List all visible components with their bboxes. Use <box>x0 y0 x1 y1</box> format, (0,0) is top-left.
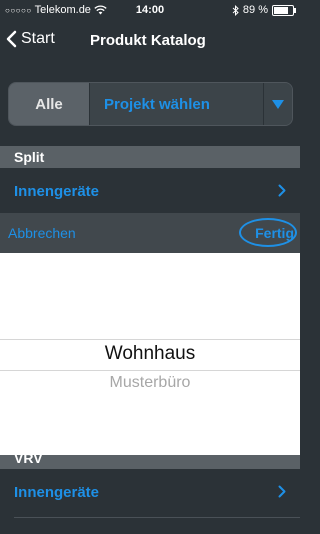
done-button[interactable]: Fertig <box>255 225 294 241</box>
picker-selection-line-top <box>0 339 300 340</box>
cancel-button[interactable]: Abbrechen <box>8 225 76 241</box>
battery-fill <box>274 6 288 14</box>
project-picker[interactable]: Wohnhaus Musterbüro <box>0 253 300 455</box>
project-dropdown-button[interactable] <box>263 83 292 125</box>
battery-icon <box>272 4 296 16</box>
list-item-vrv-indoor[interactable]: Innengeräte <box>0 471 300 513</box>
picker-option-selected[interactable]: Wohnhaus <box>0 343 300 365</box>
project-select[interactable]: Projekt wählen <box>89 83 263 125</box>
caret-down-icon <box>272 99 284 109</box>
back-button[interactable]: Start <box>6 30 55 48</box>
picker-toolbar: Abbrechen Fertig <box>0 213 300 253</box>
battery-percent: 89 % <box>242 4 268 16</box>
project-filter-control: Alle Projekt wählen <box>8 82 293 126</box>
chevron-left-icon <box>6 30 17 48</box>
list-item-label: Innengeräte <box>14 182 100 200</box>
filter-all-button[interactable]: Alle <box>9 83 89 125</box>
chevron-right-icon <box>278 485 286 498</box>
list-item-label: Innengeräte <box>14 483 100 501</box>
app-screen: ○○○○○ Telekom.de 14:00 89 % Start Produk… <box>0 0 300 534</box>
back-label: Start <box>21 30 55 47</box>
navigation-bar: Start Produkt Katalog <box>0 20 300 64</box>
section-header-split: Split <box>0 146 300 168</box>
picker-selection-line-bottom <box>0 370 300 371</box>
list-item-split-indoor[interactable]: Innengeräte <box>0 170 300 212</box>
row-divider <box>14 517 300 518</box>
bluetooth-icon <box>232 4 239 16</box>
status-bar: ○○○○○ Telekom.de 14:00 89 % <box>0 0 300 20</box>
picker-option[interactable]: Musterbüro <box>0 374 300 392</box>
status-right: 89 % <box>232 4 296 16</box>
page-title: Produkt Katalog <box>90 32 206 49</box>
chevron-right-icon <box>278 184 286 197</box>
